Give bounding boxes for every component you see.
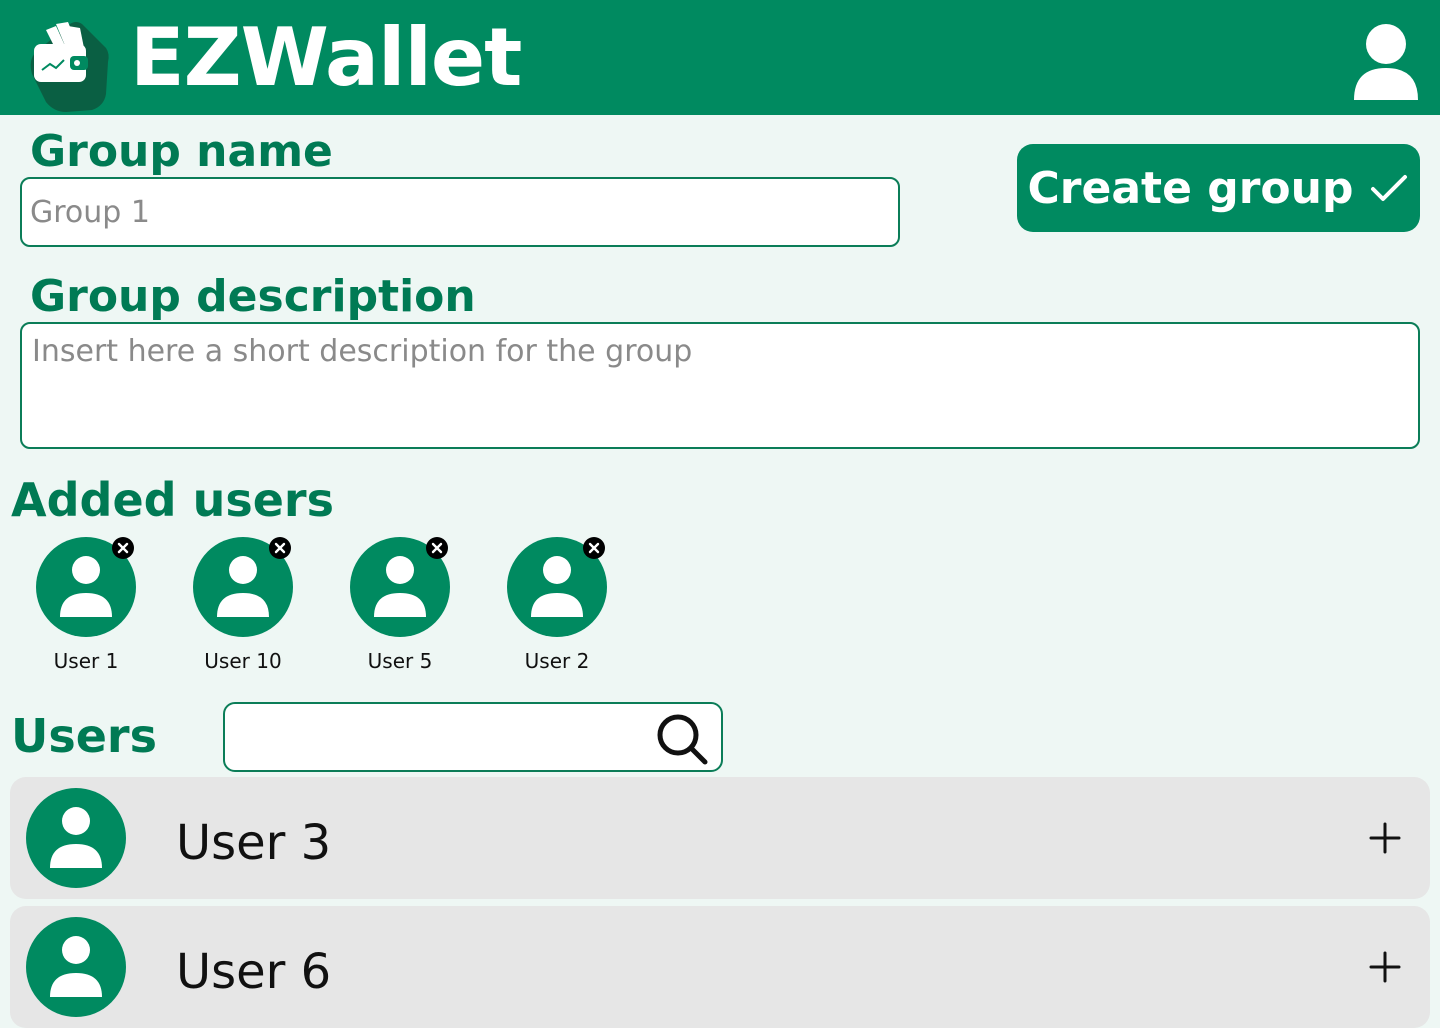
remove-user-icon[interactable] [583, 537, 605, 559]
user-name: User 6 [176, 944, 332, 1000]
users-label: Users [11, 709, 157, 763]
remove-user-icon[interactable] [426, 537, 448, 559]
wallet-logo-icon [30, 22, 109, 112]
checkmark-icon [1371, 175, 1408, 201]
create-group-button-label: Create group [1027, 162, 1354, 214]
user-search-input[interactable] [223, 702, 723, 772]
added-user-chip: User 5 [350, 537, 450, 677]
user-avatar-icon [26, 917, 126, 1017]
added-user-name: User 10 [204, 649, 282, 673]
added-user-name: User 2 [524, 649, 590, 673]
added-user-chip: User 10 [193, 537, 293, 677]
group-description-label: Group description [30, 271, 476, 322]
group-description-input[interactable] [20, 322, 1420, 449]
create-group-button[interactable]: Create group [1017, 144, 1420, 232]
add-user-icon[interactable] [1368, 950, 1402, 984]
app-title: EZWallet [130, 11, 522, 104]
remove-user-icon[interactable] [269, 537, 291, 559]
search-icon[interactable] [655, 712, 709, 766]
app-header: EZWallet [0, 0, 1440, 115]
user-list-item: User 6 [10, 906, 1430, 1028]
added-user-chip: User 1 [36, 537, 136, 677]
added-user-name: User 1 [53, 649, 119, 673]
group-name-input[interactable] [20, 177, 900, 247]
added-users-label: Added users [11, 473, 334, 527]
user-name: User 3 [176, 815, 332, 871]
user-profile-icon[interactable] [1352, 22, 1420, 102]
remove-user-icon[interactable] [112, 537, 134, 559]
user-avatar-icon [26, 788, 126, 888]
group-name-label: Group name [30, 126, 333, 177]
added-user-name: User 5 [367, 649, 433, 673]
user-list-item: User 3 [10, 777, 1430, 899]
added-user-chip: User 2 [507, 537, 607, 677]
add-user-icon[interactable] [1368, 821, 1402, 855]
